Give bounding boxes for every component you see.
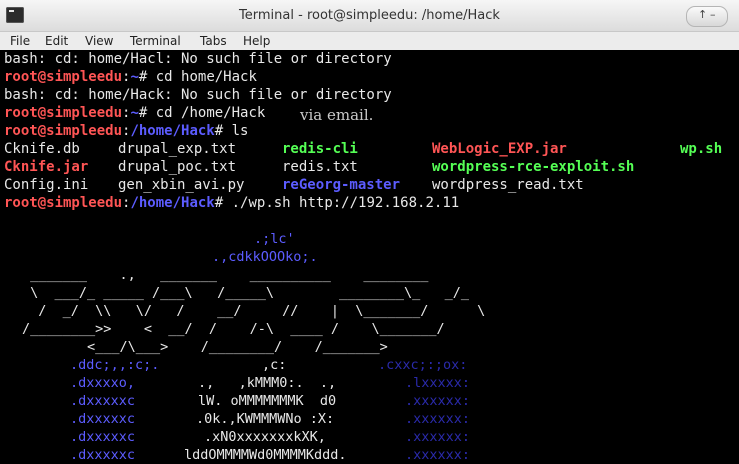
banner-art-mid: lddOMMMMWd0MMMMKddd. (184, 447, 347, 463)
menu-view[interactable]: View (85, 32, 113, 50)
minimize-icon: – (710, 8, 716, 21)
banner-logo-line: \ ___/_ _____ /___\ /_____\ ________\_ _… (22, 285, 470, 301)
menu-help[interactable]: Help (243, 32, 270, 50)
file-entry: redis.txt (282, 159, 358, 175)
overlay-artifact-text: via email. (300, 106, 374, 124)
prompt-path: ~ (130, 69, 139, 85)
file-entry: redis-cli (282, 141, 358, 157)
banner-art-right: .xxxxxx: (405, 447, 471, 463)
menu-file[interactable]: File (10, 32, 30, 50)
banner-art-right: .xxxxxx: (405, 411, 471, 427)
banner-art-left: .dxxxxxc (70, 429, 136, 445)
file-entry: wordpress_read.txt (432, 177, 584, 193)
prompt-line: root@simpleedu:~# cd /home/Hack (4, 105, 266, 121)
prompt-path: /home/Hack (130, 195, 215, 211)
file-entry: Config.ini (4, 177, 89, 193)
banner-art-mid: ., ,kMMM0:. ., (198, 375, 337, 391)
output-line: bash: cd: home/Hack: No such file or dir… (4, 87, 392, 103)
banner-art-mid: lW. oMMMMMMMK d0 (198, 393, 337, 409)
menu-edit[interactable]: Edit (45, 32, 68, 50)
window-title: Terminal - root@simpleedu: /home/Hack (239, 8, 500, 23)
prompt-path: ~ (130, 105, 139, 121)
banner-art-mid: ,c: (262, 357, 287, 373)
command-text: # ls (214, 123, 249, 139)
file-entry: WebLogic_EXP.jar (432, 141, 567, 157)
banner-art-left: .ddc;,,:c;. (70, 357, 160, 373)
menu-terminal[interactable]: Terminal (130, 32, 181, 50)
banner-art-right: .cxxc;:;ox: (378, 357, 468, 373)
prompt-line: root@simpleedu:/home/Hack# ./wp.sh http:… (4, 195, 460, 211)
maximize-icon: ↑ (698, 8, 708, 21)
banner-art-line: .;lc' (254, 231, 295, 247)
file-entry: gen_xbin_avi.py (118, 177, 245, 193)
prompt-user: root@simpleedu (4, 69, 123, 85)
window-controls-button[interactable]: ↑ – (686, 6, 728, 27)
banner-art-mid: .xN0xxxxxxxkXK, (204, 429, 326, 445)
banner-logo-line: _______ ., _______ __________ ________ (22, 267, 429, 283)
file-entry: drupal_poc.txt (118, 159, 237, 175)
command-text: # cd /home/Hack (138, 105, 266, 121)
banner-art-left: .dxxxxo, (70, 375, 136, 391)
file-entry: wordpress-rce-exploit.sh (432, 159, 635, 175)
prompt-user: root@simpleedu (4, 123, 123, 139)
banner-art-right: .xxxxxx: (405, 393, 471, 409)
banner-art-left: .dxxxxxc (70, 447, 136, 463)
banner-logo-line: <___/\___> /________/ /_______> (22, 339, 388, 355)
output-line: bash: cd: home/Hacl: No such file or dir… (4, 51, 392, 67)
banner-art-right: .lxxxxx: (405, 375, 471, 391)
banner-art-left: .dxxxxxc (70, 411, 136, 427)
banner-art-line: .,cdkkOOOko;. (212, 249, 318, 265)
banner-art-right: .xxxxxx: (405, 429, 471, 445)
prompt-user: root@simpleedu (4, 105, 123, 121)
menu-bar: File Edit View Terminal Tabs Help (0, 32, 739, 50)
file-entry: wp.sh (680, 141, 723, 157)
terminal-output[interactable]: bash: cd: home/Hacl: No such file or dir… (0, 50, 739, 464)
banner-logo-line: /________>> < __/ / /-\ ____ / \_______/ (22, 321, 445, 337)
prompt-path: /home/Hack (130, 123, 215, 139)
title-bar: Terminal - root@simpleedu: /home/Hack ↑ … (0, 0, 739, 32)
banner-logo-line: / _/ \\ \/ / __/ // | \_______/ \ (22, 303, 486, 319)
prompt-line: root@simpleedu:~# cd home/Hack (4, 69, 257, 85)
file-entry: drupal_exp.txt (118, 141, 237, 157)
prompt-line: root@simpleedu:/home/Hack# ls (4, 123, 249, 139)
banner-art-left: .dxxxxxc (70, 393, 136, 409)
banner-art-mid: .0k.,KWMMMWNo :X: (196, 411, 335, 427)
file-entry: Cknife.db (4, 141, 80, 157)
command-text: # cd home/Hack (138, 69, 257, 85)
prompt-user: root@simpleedu (4, 195, 123, 211)
menu-tabs[interactable]: Tabs (200, 32, 227, 50)
command-text: # ./wp.sh http://192.168.2.11 (214, 195, 460, 211)
file-entry: reGeorg-master (282, 177, 401, 193)
file-entry: Cknife.jar (4, 159, 89, 175)
